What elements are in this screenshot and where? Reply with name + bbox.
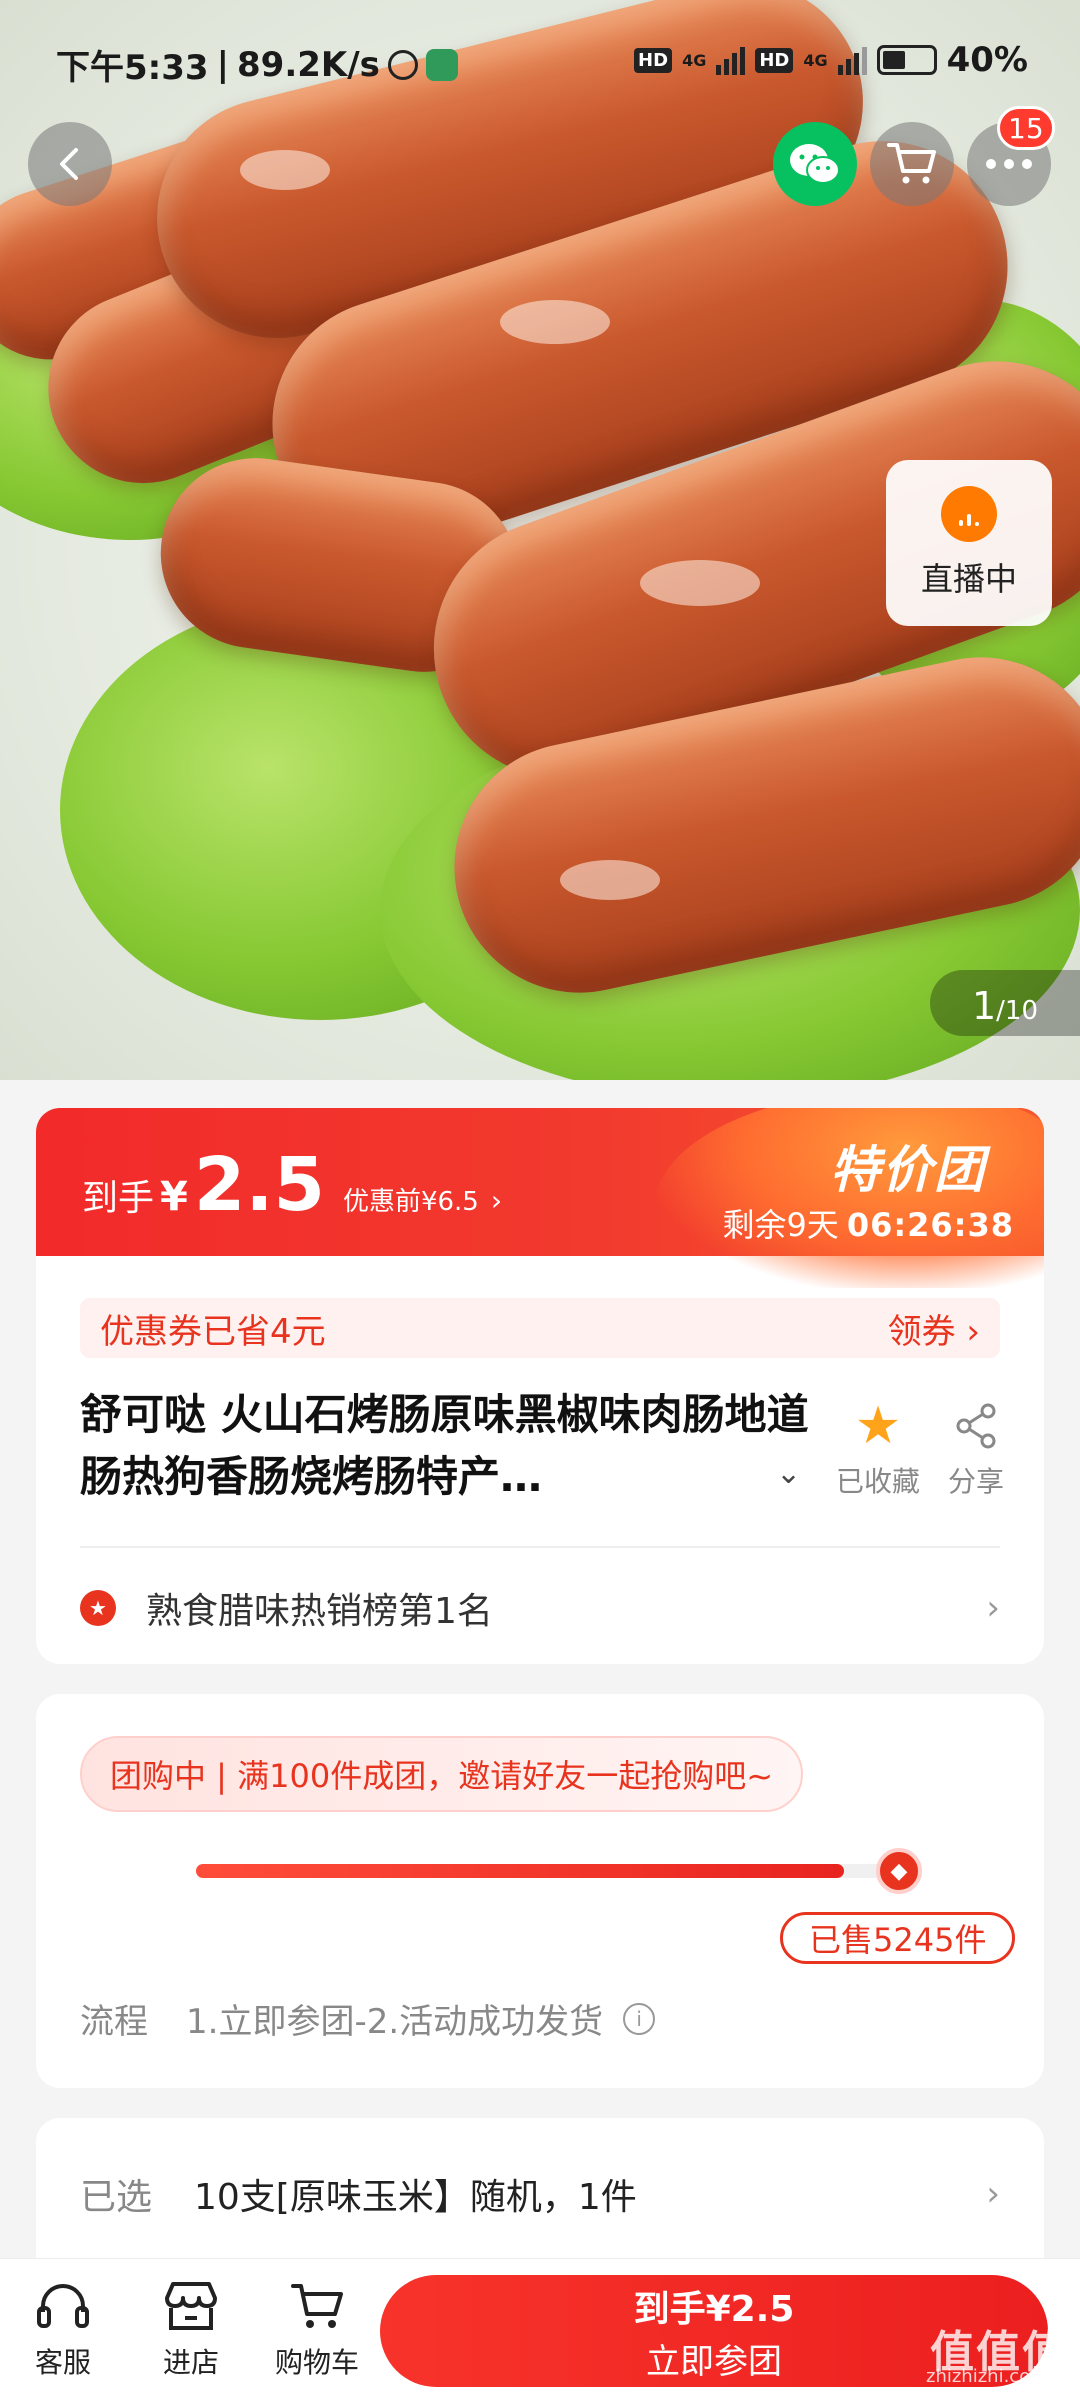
medal-icon: ★	[80, 1590, 116, 1626]
info-icon[interactable]: i	[623, 2002, 656, 2035]
status-time: 下午5:33	[56, 48, 209, 88]
favorite-button[interactable]: ★ 已收藏	[828, 1398, 928, 1500]
cart-label: 购物车	[274, 2346, 359, 2379]
store-icon	[136, 2275, 246, 2337]
ranking-text: 熟食腊味热销榜第1名	[146, 1591, 493, 1632]
cart-icon	[262, 2275, 372, 2337]
cart-icon	[887, 143, 936, 184]
selected-spec-row[interactable]: 已选 10支[原味玉米】随机，1件 ›	[80, 2168, 1000, 2220]
headset-icon	[8, 2275, 118, 2337]
currency-symbol: ¥	[160, 1174, 188, 1220]
final-price: 2.5	[193, 1142, 325, 1228]
bottom-action-bar: 客服 进店 购物车 到手¥2.5 立即参团	[0, 2258, 1080, 2400]
star-icon: ★	[854, 1396, 902, 1456]
group-status-pill: 团购中 | 满100件成团，邀请好友一起抢购吧~	[80, 1736, 804, 1812]
battery-icon	[876, 45, 937, 75]
status-left: 下午5:33 | 89.2K/s	[56, 40, 458, 89]
store-label: 进店	[162, 2346, 219, 2379]
countdown-time: 06:26:38	[846, 1206, 1014, 1244]
sold-count-badge: 已售5245件	[780, 1912, 1016, 1964]
original-price[interactable]: 优惠前¥6.5	[343, 1181, 479, 1218]
highlight	[240, 150, 330, 190]
app-notification-icon	[425, 48, 458, 81]
customer-service-label: 客服	[34, 2346, 91, 2379]
cart-count-badge: 15	[997, 106, 1055, 150]
final-price-label: 到手	[82, 1178, 155, 1219]
group-progress-bar	[196, 1864, 916, 1878]
wechat-share-button[interactable]	[773, 122, 857, 206]
coupon-bar[interactable]: 优惠券已省4元 领券 ›	[80, 1298, 1000, 1358]
product-detail-page: 下午5:33 | 89.2K/s HD 4G HD 4G 40% 15 直播中 …	[0, 0, 1080, 2400]
flow-label: 流程	[80, 2002, 148, 2042]
store-tab[interactable]: 进店	[136, 2275, 246, 2381]
chevron-right-icon[interactable]: ›	[491, 1184, 502, 1217]
group-buy-card: 团购中 | 满100件成团，邀请好友一起抢购吧~ ◆ 已售5245件 流程 1.…	[36, 1694, 1044, 2088]
alarm-icon	[387, 49, 418, 80]
favorite-label: 已收藏	[835, 1465, 920, 1498]
image-counter-current: 1	[971, 984, 997, 1028]
group-flow: 流程 1.立即参团-2.活动成功发货 i	[80, 1994, 656, 2043]
live-label: 直播中	[920, 560, 1017, 598]
chevron-right-icon: ›	[986, 1588, 1000, 1628]
selected-value: 10支[原味玉米】随机，1件	[194, 2177, 637, 2218]
chevron-right-icon: ›	[986, 2174, 1000, 2214]
watermark-url: zhizhizhi.com	[926, 2366, 1048, 2387]
group-progress-fill	[196, 1864, 844, 1878]
customer-service-tab[interactable]: 客服	[8, 2275, 118, 2381]
hd-icon: HD	[755, 47, 794, 73]
expand-title-icon[interactable]: ⌄	[776, 1456, 801, 1491]
price-block: 到手 ¥ 2.5 优惠前¥6.5 ›	[82, 1148, 502, 1222]
wechat-icon	[790, 144, 840, 184]
flow-text: 1.立即参团-2.活动成功发货	[186, 2002, 604, 2042]
signal-icon	[716, 45, 746, 75]
highlight	[500, 300, 610, 344]
chevron-left-icon	[60, 148, 78, 180]
coupon-savings: 优惠券已省4元	[100, 1311, 326, 1352]
product-title: 舒可哒 火山石烤肠原味黑椒味肉肠地道肠热狗香肠烧烤肠特产…	[80, 1390, 809, 1501]
claim-coupon-link[interactable]: 领券 ›	[888, 1304, 980, 1353]
countdown-timer: 剩余9天 06:26:38	[722, 1200, 1014, 1246]
price-banner: 到手 ¥ 2.5 优惠前¥6.5 › 特价团 剩余9天 06:26:38	[36, 1108, 1044, 1288]
share-label: 分享	[947, 1465, 1004, 1498]
back-button[interactable]	[28, 122, 112, 206]
status-speed: 89.2K/s	[237, 44, 380, 85]
share-button[interactable]: 分享	[936, 1398, 1016, 1500]
signal-icon	[837, 45, 867, 75]
cart-button[interactable]	[870, 122, 954, 206]
countdown-days: 剩余9天	[722, 1206, 839, 1244]
divider	[80, 1546, 1000, 1548]
hd-icon: HD	[634, 47, 673, 73]
status-right: HD 4G HD 4G 40%	[634, 40, 1028, 80]
image-counter: 1 /10	[930, 970, 1080, 1036]
flame-icon: ◆	[876, 1848, 922, 1894]
special-group-badge: 特价团	[830, 1141, 986, 1199]
highlight	[560, 860, 660, 900]
product-info-card: 到手 ¥ 2.5 优惠前¥6.5 › 特价团 剩余9天 06:26:38 优惠券…	[36, 1108, 1044, 1664]
live-icon	[941, 486, 997, 542]
more-icon	[986, 159, 1032, 169]
network-type: 4G	[682, 50, 707, 70]
live-stream-entry[interactable]: 直播中	[886, 460, 1052, 626]
share-icon	[936, 1398, 1016, 1454]
status-bar: 下午5:33 | 89.2K/s HD 4G HD 4G 40%	[0, 0, 1080, 120]
status-separator: |	[216, 44, 229, 85]
highlight	[640, 560, 760, 606]
image-counter-total: /10	[996, 996, 1039, 1026]
network-type: 4G	[803, 50, 828, 70]
selected-label: 已选	[80, 2177, 153, 2218]
ranking-row[interactable]: ★ 熟食腊味热销榜第1名 ›	[80, 1578, 1000, 1638]
battery-level: 40%	[946, 40, 1028, 80]
cart-tab[interactable]: 购物车	[262, 2275, 372, 2381]
